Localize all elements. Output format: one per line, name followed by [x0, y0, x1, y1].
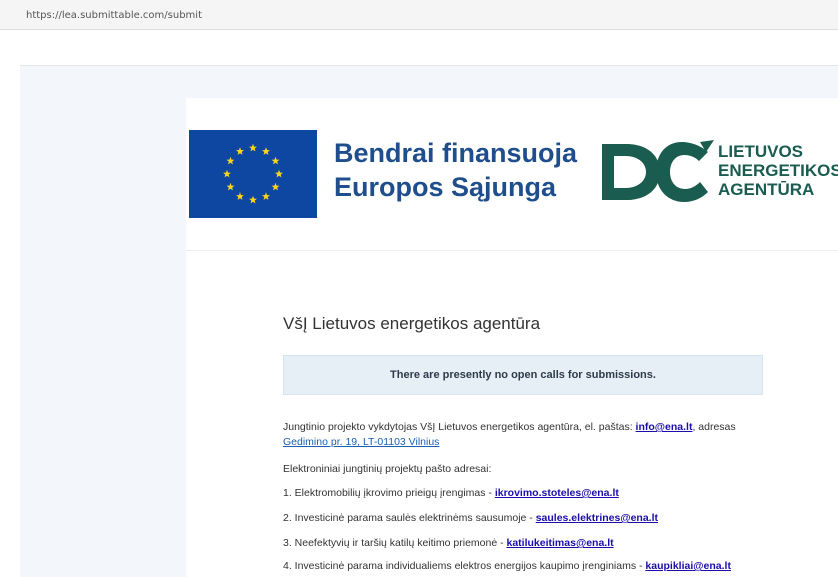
cofund-line-1: Bendrai finansuoja	[334, 138, 578, 168]
lea-line-1: LIETUVOS	[718, 142, 804, 161]
organization-title: VšĮ Lietuvos energetikos agentūra	[283, 314, 541, 333]
header-banner: Bendrai finansuoja Europos Sąjunga LIETU…	[186, 98, 838, 251]
lea-line-2: ENERGETIKOS	[718, 161, 838, 180]
intro-prefix: Jungtinio projekto vykdytojas VšĮ Lietuv…	[283, 421, 636, 433]
cofund-line-2: Europos Sąjunga	[334, 172, 557, 202]
cofunded-text: Bendrai finansuoja Europos Sąjunga	[334, 136, 577, 204]
intro-paragraph: Jungtinio projekto vykdytojas VšĮ Lietuv…	[283, 420, 823, 450]
notice-text: There are presently no open calls for su…	[390, 369, 656, 381]
browser-url-bar[interactable]: https://lea.submittable.com/submit	[0, 0, 838, 30]
eu-flag-icon	[189, 130, 317, 218]
list-item-email-link[interactable]: katilukeitimas@ena.lt	[507, 537, 614, 549]
list-item: 3. Neefektyvių ir taršių katilų keitimo …	[283, 536, 823, 551]
url-text[interactable]: https://lea.submittable.com/submit	[26, 10, 202, 21]
info-email-link[interactable]: info@ena.lt	[636, 421, 693, 433]
list-item: 4. Investicinė parama individualiems ele…	[283, 559, 823, 574]
list-item-email-link[interactable]: ikrovimo.stoteles@ena.lt	[495, 487, 619, 499]
address-link[interactable]: Gedimino pr. 19, LT-01103 Vilnius	[283, 436, 439, 448]
intro-mid: , adresas	[692, 421, 736, 433]
list-item-email-link[interactable]: saules.elektrines@ena.lt	[536, 512, 658, 524]
list-item-text: 4. Investicinė parama individualiems ele…	[283, 560, 646, 572]
lea-line-3: AGENTŪRA	[718, 180, 815, 199]
lea-wordmark: LIETUVOS ENERGETIKOS AGENTŪRA	[718, 142, 838, 199]
list-item-email-link[interactable]: kaupikliai@ena.lt	[645, 560, 731, 572]
list-item: 2. Investicinė parama saulės elektrinėms…	[283, 511, 823, 526]
emails-heading: Elektroniniai jungtinių projektų pašto a…	[283, 463, 492, 475]
no-open-calls-notice: There are presently no open calls for su…	[283, 355, 763, 395]
list-item-text: 3. Neefektyvių ir taršių katilų keitimo …	[283, 537, 507, 549]
content-card: Bendrai finansuoja Europos Sąjunga LIETU…	[186, 98, 838, 577]
page-toolbar	[20, 30, 838, 66]
list-item-text: 1. Elektromobilių įkrovimo prieigų įreng…	[283, 487, 495, 499]
lea-logo-icon	[602, 140, 714, 202]
list-item-text: 2. Investicinė parama saulės elektrinėms…	[283, 512, 536, 524]
list-item: 1. Elektromobilių įkrovimo prieigų įreng…	[283, 486, 823, 501]
